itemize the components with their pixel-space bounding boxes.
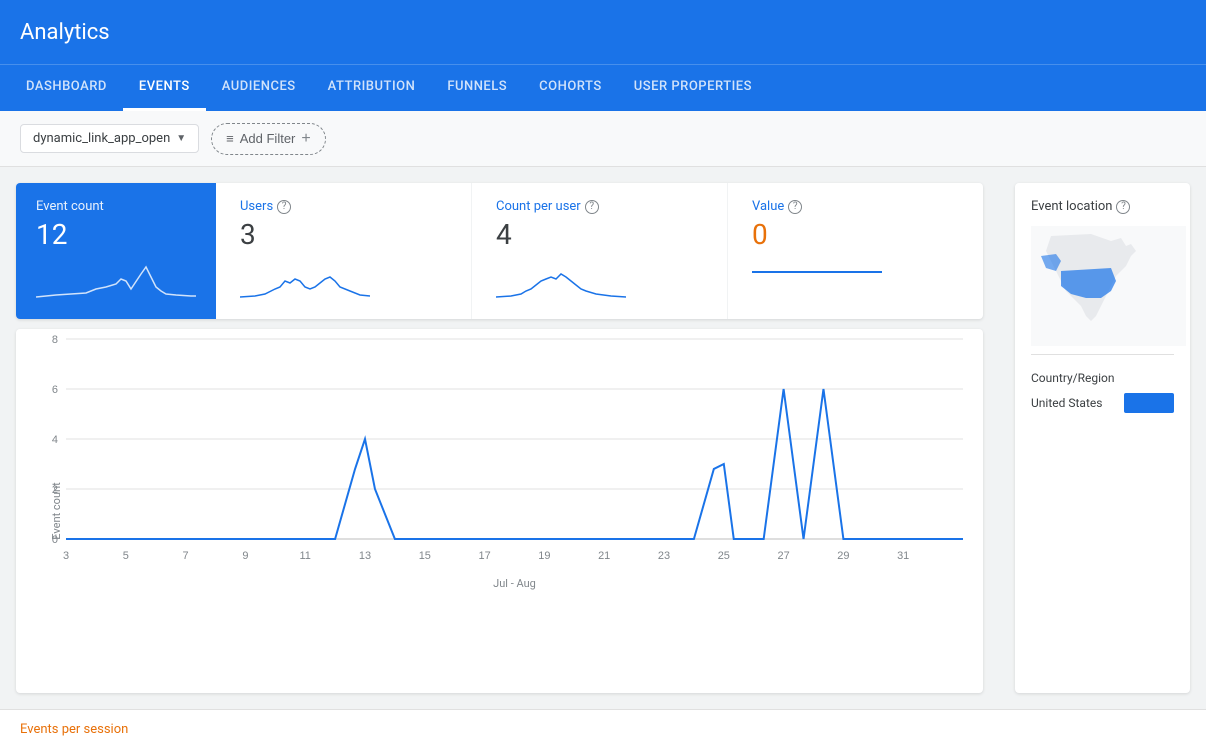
users-help-icon[interactable]: ? bbox=[277, 200, 291, 214]
filter-bar: dynamic_link_app_open ▼ ≡ Add Filter + bbox=[0, 111, 1206, 167]
svg-text:23: 23 bbox=[658, 550, 670, 562]
stats-card: Event count 12 Users ? 3 bbox=[16, 183, 983, 319]
map-visual bbox=[1031, 226, 1186, 346]
svg-text:31: 31 bbox=[897, 550, 909, 562]
svg-text:27: 27 bbox=[778, 550, 790, 562]
count-per-user-value: 4 bbox=[496, 218, 703, 251]
svg-text:9: 9 bbox=[242, 550, 248, 562]
nav-attribution[interactable]: ATTRIBUTION bbox=[312, 65, 432, 111]
event-location-title: Event location ? bbox=[1031, 199, 1174, 214]
svg-text:8: 8 bbox=[52, 334, 58, 346]
users-stat: Users ? 3 bbox=[216, 183, 472, 319]
event-dropdown-value: dynamic_link_app_open bbox=[33, 131, 170, 146]
svg-text:21: 21 bbox=[598, 550, 610, 562]
svg-text:6: 6 bbox=[52, 384, 58, 396]
main-chart-card: Event count 0 2 4 6 8 bbox=[16, 329, 983, 693]
users-label: Users bbox=[240, 199, 273, 214]
value-flatline bbox=[752, 271, 882, 273]
events-per-session-label: Events per session bbox=[20, 722, 128, 737]
country-bar bbox=[1124, 393, 1174, 413]
chevron-down-icon: ▼ bbox=[176, 133, 186, 144]
filter-icon: ≡ bbox=[226, 131, 234, 146]
event-count-label: Event count bbox=[36, 199, 196, 214]
add-filter-label: Add Filter bbox=[240, 131, 296, 146]
svg-text:7: 7 bbox=[183, 550, 189, 562]
svg-text:13: 13 bbox=[359, 550, 371, 562]
svg-text:3: 3 bbox=[63, 550, 69, 562]
nav-funnels[interactable]: FUNNELS bbox=[431, 65, 523, 111]
x-axis-label: Jul - Aug bbox=[66, 577, 963, 590]
svg-text:19: 19 bbox=[538, 550, 550, 562]
event-location-help-icon[interactable]: ? bbox=[1116, 200, 1130, 214]
nav-dashboard[interactable]: DASHBOARD bbox=[10, 65, 123, 111]
count-per-user-stat: Count per user ? 4 bbox=[472, 183, 728, 319]
svg-text:4: 4 bbox=[52, 434, 58, 446]
main-nav: DASHBOARD EVENTS AUDIENCES ATTRIBUTION F… bbox=[0, 64, 1206, 111]
event-dropdown[interactable]: dynamic_link_app_open ▼ bbox=[20, 124, 199, 153]
count-per-user-sparkline bbox=[496, 259, 626, 299]
nav-events[interactable]: EVENTS bbox=[123, 65, 206, 111]
svg-text:11: 11 bbox=[300, 550, 311, 562]
main-chart: 0 2 4 6 8 3 5 7 9 11 13 15 17 bbox=[66, 339, 963, 569]
event-count-box: Event count 12 bbox=[16, 183, 216, 319]
value-stat: Value ? 0 bbox=[728, 183, 983, 319]
event-location-panel: Event location ? Country/Region United S… bbox=[1015, 183, 1190, 693]
add-filter-button[interactable]: ≡ Add Filter + bbox=[211, 123, 326, 155]
svg-text:5: 5 bbox=[123, 550, 129, 562]
users-sparkline bbox=[240, 259, 370, 299]
app-title: Analytics bbox=[20, 20, 110, 45]
nav-audiences[interactable]: AUDIENCES bbox=[206, 65, 312, 111]
svg-text:15: 15 bbox=[419, 550, 431, 562]
value-label: Value bbox=[752, 199, 784, 214]
value-value: 0 bbox=[752, 218, 959, 251]
nav-user-properties[interactable]: USER PROPERTIES bbox=[618, 65, 768, 111]
top-country-label: United States bbox=[1031, 396, 1116, 410]
svg-text:29: 29 bbox=[837, 550, 849, 562]
value-help-icon[interactable]: ? bbox=[788, 200, 802, 214]
header: Analytics bbox=[0, 0, 1206, 64]
country-region-label: Country/Region bbox=[1031, 371, 1174, 385]
svg-text:17: 17 bbox=[479, 550, 491, 562]
count-per-user-help-icon[interactable]: ? bbox=[585, 200, 599, 214]
users-value: 3 bbox=[240, 218, 447, 251]
bottom-bar: Events per session bbox=[0, 709, 1206, 749]
svg-text:25: 25 bbox=[718, 550, 730, 562]
nav-cohorts[interactable]: COHORTS bbox=[523, 65, 618, 111]
event-count-value: 12 bbox=[36, 218, 196, 251]
count-per-user-label: Count per user bbox=[496, 199, 581, 214]
event-count-sparkline bbox=[36, 259, 196, 299]
plus-icon: + bbox=[301, 130, 310, 148]
y-axis-label: Event count bbox=[50, 482, 63, 539]
